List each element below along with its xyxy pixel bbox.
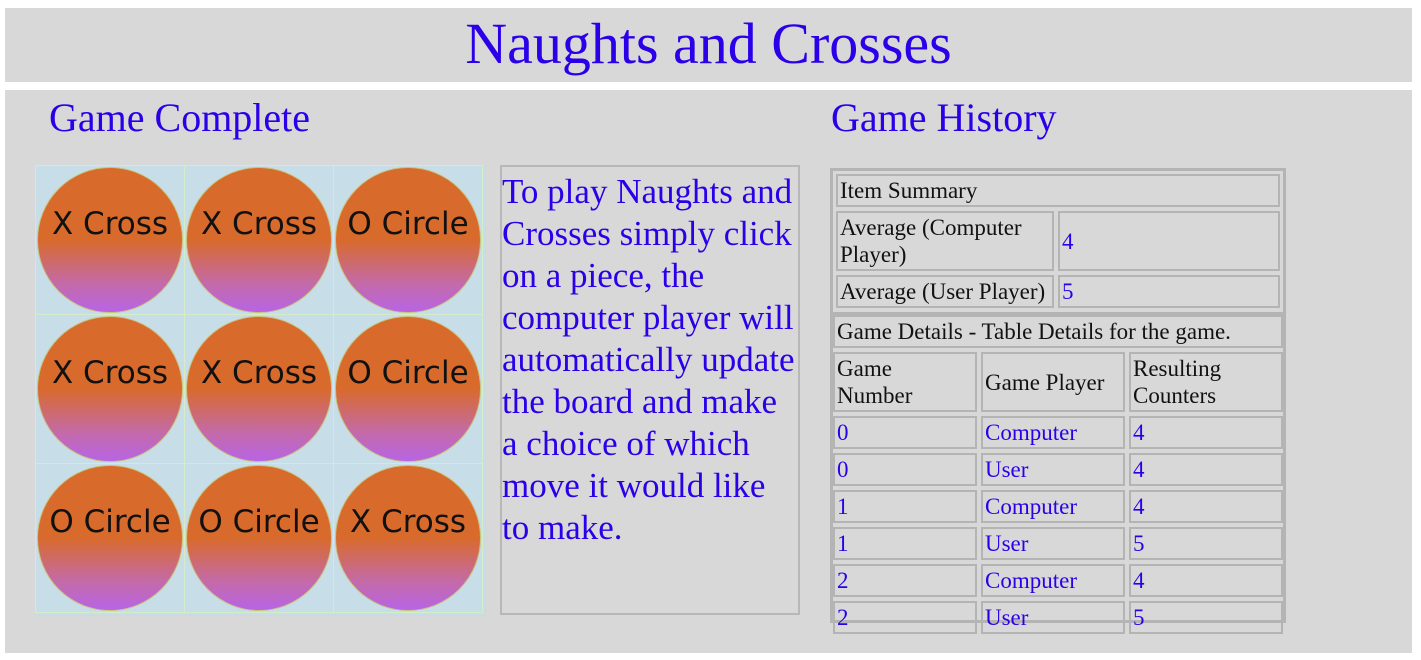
table-row: 0 Computer 4 bbox=[833, 416, 1283, 449]
piece-label: O Circle bbox=[347, 355, 469, 391]
board-cell[interactable]: O Circle bbox=[184, 463, 334, 613]
counters-cell: 4 bbox=[1129, 416, 1283, 449]
details-divider: Game Details - Table Details for the gam… bbox=[833, 312, 1283, 638]
summary-value: 5 bbox=[1058, 275, 1280, 308]
summary-value: 4 bbox=[1058, 211, 1280, 271]
summary-table: Item Summary Average (Computer Player) 4… bbox=[832, 170, 1284, 312]
piece-label: O Circle bbox=[198, 504, 320, 540]
table-row: 2 User 5 bbox=[833, 601, 1283, 634]
counters-cell: 5 bbox=[1129, 601, 1283, 634]
counters-cell: 4 bbox=[1129, 564, 1283, 597]
x-cross-piece[interactable]: X Cross bbox=[37, 167, 183, 313]
game-number-cell: 2 bbox=[833, 601, 977, 634]
table-row: 0 User 4 bbox=[833, 453, 1283, 486]
instructions-text: To play Naughts and Crosses simply click… bbox=[500, 165, 800, 615]
piece-label: X Cross bbox=[200, 206, 318, 242]
page-header: Naughts and Crosses bbox=[5, 8, 1412, 82]
game-number-cell: 1 bbox=[833, 490, 977, 523]
board-cell[interactable]: O Circle bbox=[333, 314, 483, 464]
game-history-panel: Item Summary Average (Computer Player) 4… bbox=[830, 168, 1286, 634]
o-circle-piece[interactable]: O Circle bbox=[335, 167, 481, 313]
game-board: X Cross X Cross O Circle X Cross X Cross… bbox=[35, 165, 486, 616]
table-row: 1 User 5 bbox=[833, 527, 1283, 560]
board-cell[interactable]: X Cross bbox=[184, 165, 334, 315]
game-player-cell: User bbox=[981, 527, 1125, 560]
x-cross-piece[interactable]: X Cross bbox=[186, 316, 332, 462]
summary-label: Average (Computer Player) bbox=[836, 211, 1054, 271]
table-row: 1 Computer 4 bbox=[833, 490, 1283, 523]
page-title: Naughts and Crosses bbox=[465, 11, 952, 76]
game-player-cell: Computer bbox=[981, 490, 1125, 523]
column-header: Game Number bbox=[833, 352, 977, 412]
x-cross-piece[interactable]: X Cross bbox=[335, 465, 481, 611]
board-cell[interactable]: X Cross bbox=[35, 314, 185, 464]
piece-label: X Cross bbox=[349, 504, 467, 540]
game-number-cell: 0 bbox=[833, 453, 977, 486]
game-player-cell: Computer bbox=[981, 564, 1125, 597]
game-number-cell: 1 bbox=[833, 527, 977, 560]
piece-label: X Cross bbox=[51, 355, 169, 391]
game-history-heading: Game History bbox=[831, 95, 1057, 140]
game-number-cell: 0 bbox=[833, 416, 977, 449]
table-row: Average (User Player) 5 bbox=[836, 275, 1280, 308]
table-row: 2 Computer 4 bbox=[833, 564, 1283, 597]
o-circle-piece[interactable]: O Circle bbox=[37, 465, 183, 611]
board-cell[interactable]: O Circle bbox=[333, 165, 483, 315]
o-circle-piece[interactable]: O Circle bbox=[186, 465, 332, 611]
main-panel: Game Complete Game History X Cross X Cro… bbox=[5, 90, 1412, 653]
table-row: Average (Computer Player) 4 bbox=[836, 211, 1280, 271]
counters-cell: 4 bbox=[1129, 490, 1283, 523]
piece-label: X Cross bbox=[200, 355, 318, 391]
details-caption: Game Details - Table Details for the gam… bbox=[833, 315, 1283, 348]
details-table: Game Details - Table Details for the gam… bbox=[829, 311, 1287, 638]
table-row: Item Summary bbox=[836, 174, 1280, 207]
game-player-cell: Computer bbox=[981, 416, 1125, 449]
counters-cell: 4 bbox=[1129, 453, 1283, 486]
board-cell[interactable]: X Cross bbox=[333, 463, 483, 613]
piece-label: O Circle bbox=[49, 504, 171, 540]
summary-header: Item Summary bbox=[836, 174, 1280, 207]
summary-label: Average (User Player) bbox=[836, 275, 1054, 308]
column-header: Game Player bbox=[981, 352, 1125, 412]
piece-label: O Circle bbox=[347, 206, 469, 242]
game-player-cell: User bbox=[981, 453, 1125, 486]
board-cell[interactable]: X Cross bbox=[35, 165, 185, 315]
o-circle-piece[interactable]: O Circle bbox=[335, 316, 481, 462]
x-cross-piece[interactable]: X Cross bbox=[186, 167, 332, 313]
table-header-row: Game Number Game Player Resulting Counte… bbox=[833, 352, 1283, 412]
counters-cell: 5 bbox=[1129, 527, 1283, 560]
game-player-cell: User bbox=[981, 601, 1125, 634]
game-number-cell: 2 bbox=[833, 564, 977, 597]
table-row: Game Details - Table Details for the gam… bbox=[833, 315, 1283, 348]
x-cross-piece[interactable]: X Cross bbox=[37, 316, 183, 462]
board-cell[interactable]: X Cross bbox=[184, 314, 334, 464]
column-header: Resulting Counters bbox=[1129, 352, 1283, 412]
piece-label: X Cross bbox=[51, 206, 169, 242]
board-cell[interactable]: O Circle bbox=[35, 463, 185, 613]
game-status-heading: Game Complete bbox=[49, 95, 311, 140]
